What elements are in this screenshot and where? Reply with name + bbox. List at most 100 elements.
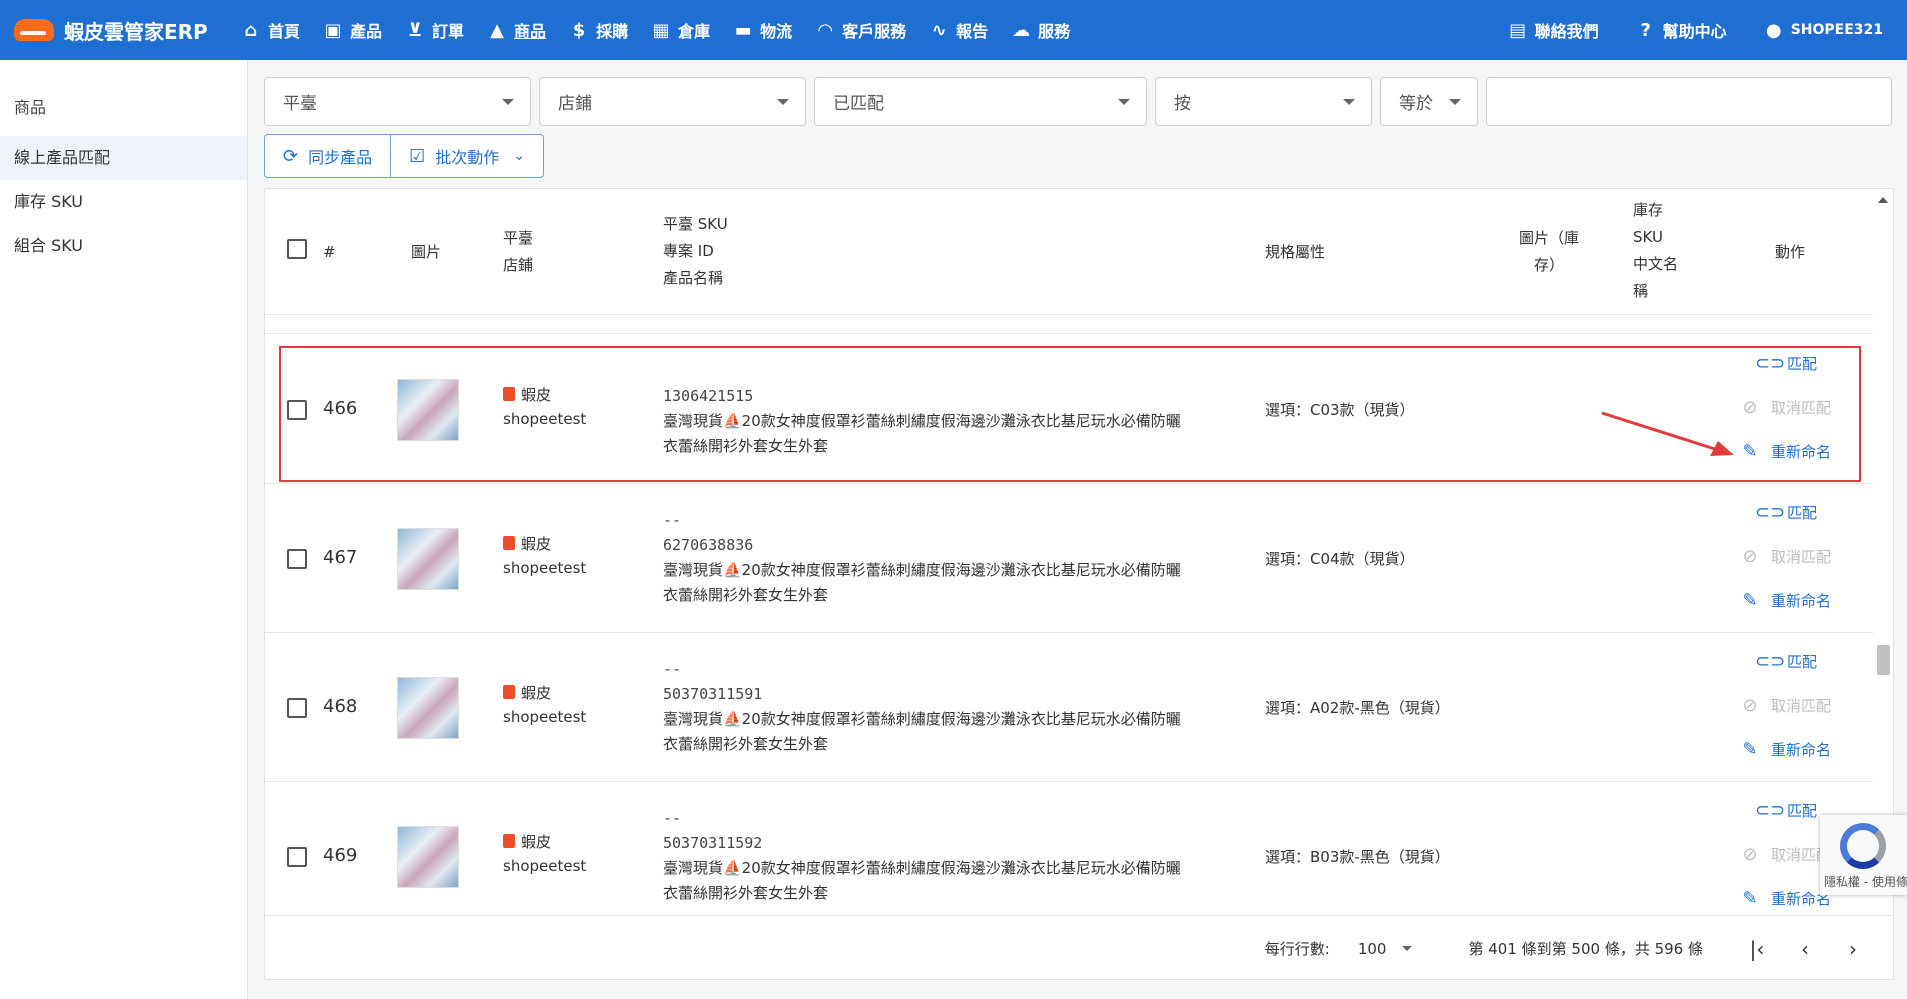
select-all-checkbox[interactable] [287,239,307,259]
recaptcha-text: 隱私權 - 使用條款 [1824,875,1907,889]
platform-store: 蝦皮 shopeetest [503,386,587,428]
product-thumbnail[interactable] [397,826,459,888]
spec-attribute: 選項：B03款-黑色（現貨） [1265,848,1450,866]
row-checkbox[interactable] [287,698,307,718]
platform-sku: -- [663,809,682,827]
unmatch-button[interactable]: ⊘ 取消匹配 [1739,397,1831,418]
platform-store: 蝦皮 shopeetest [503,535,587,577]
platform-store: 蝦皮 shopeetest [503,833,587,875]
scroll-up-icon[interactable] [1878,197,1888,203]
sidebar-item-online-product-match[interactable]: 線上產品匹配 [0,136,247,180]
product-name: 臺灣現貨⛵20款女神度假罩衫蕾絲刺繡度假海邊沙灘泳衣比基尼玩水必備防曬 [663,710,1181,728]
prev-page-button[interactable]: ‹ [1781,937,1829,961]
nav-purchase[interactable]: $ 採購 [568,18,628,42]
match-button[interactable]: ⊂⊃ 匹配 [1755,800,1817,821]
table-footer: 每行行數: 100 第 401 條到第 500 條，共 596 條 |‹ ‹ › [265,915,1893,979]
row-number: 469 [323,845,358,866]
brand[interactable]: 蝦皮雲管家ERP [0,16,240,45]
row-number: 466 [323,398,358,419]
row-checkbox[interactable] [287,549,307,569]
nav-help[interactable]: ? 幫助中心 [1635,18,1726,42]
user-nav: ▤ 聯絡我們 ? 幫助中心 ● SHOPEE321 [1471,18,1907,42]
search-field-select[interactable]: 按 [1155,77,1372,126]
platform-select[interactable]: 平臺 [264,77,531,126]
rows-per-page-select[interactable]: 100 [1358,940,1413,958]
nav-services[interactable]: ☁ 服務 [1010,18,1070,42]
bag-icon: ▣ [324,19,342,41]
sync-products-button[interactable]: ⟳ 同步產品 [265,135,390,177]
top-navigation-bar: 蝦皮雲管家ERP ⌂ 首頁 ▣ 產品 ⊻ 訂單 ▲ 商品 $ 採購 ▦ 倉庫 ▬ 物流 ◠ 客戶… [0,0,1907,60]
contact-icon: ▤ [1509,19,1527,41]
match-button[interactable]: ⊂⊃ 匹配 [1755,651,1817,672]
nav-logistics[interactable]: ▬ 物流 [732,18,793,42]
recaptcha-icon [1840,823,1886,869]
link-icon: ⊂⊃ [1755,651,1786,672]
chevron-down-icon [1343,99,1355,105]
table-row [265,315,1873,334]
nav-contact[interactable]: ▤ 聯絡我們 [1507,18,1599,42]
sidebar-title: 商品 [14,98,47,117]
nav-goods[interactable]: ▲ 商品 [486,18,546,42]
match-button[interactable]: ⊂⊃ 匹配 [1755,353,1817,374]
first-page-button[interactable]: |‹ [1733,937,1781,961]
match-status-select[interactable]: 已匹配 [814,77,1147,126]
row-number: 467 [323,547,358,568]
sidebar-item-stock-sku[interactable]: 庫存 SKU [0,180,247,224]
match-button[interactable]: ⊂⊃ 匹配 [1755,502,1817,523]
project-id: 1306421515 [663,387,754,405]
platform-store: 蝦皮 shopeetest [503,684,587,726]
platform-sku [663,359,1223,384]
platform-sku: -- [663,511,682,529]
rename-button[interactable]: ✎ 重新命名 [1739,590,1831,611]
product-thumbnail[interactable] [397,379,459,441]
link-icon: ⊂⊃ [1755,502,1786,523]
table-row: 466 蝦皮 shopeetest 1306421515 臺灣現貨⛵20款女神度… [265,335,1873,484]
scroll-thumb[interactable] [1877,645,1890,675]
nav-orders[interactable]: ⊻ 訂單 [404,18,464,42]
unmatch-button[interactable]: ⊘ 取消匹配 [1739,844,1831,865]
nav-customer-service[interactable]: ◠ 客戶服務 [814,18,906,42]
brand-name: 蝦皮雲管家ERP [64,19,208,44]
headset-icon: ◠ [818,19,833,41]
row-checkbox[interactable] [287,400,307,420]
pencil-icon: ✎ [1742,590,1758,611]
rename-button[interactable]: ✎ 重新命名 [1739,441,1831,462]
nav-warehouse[interactable]: ▦ 倉庫 [650,18,711,42]
product-info: -- 50370311591 臺灣現貨⛵20款女神度假罩衫蕾絲刺繡度假海邊沙灘泳… [663,657,1223,757]
batch-actions-button[interactable]: ☑ 批次動作 ⌄ [390,135,543,177]
nav-reports[interactable]: ∿ 報告 [928,18,989,42]
recaptcha-badge[interactable]: 隱私權 - 使用條款 [1820,815,1907,895]
operator-select[interactable]: 等於 [1380,77,1478,126]
cart-icon: ⊻ [407,19,423,41]
rename-button[interactable]: ✎ 重新命名 [1739,888,1831,909]
chevron-down-icon [777,99,789,105]
help-icon: ? [1640,19,1651,41]
row-checkbox[interactable] [287,847,307,867]
header-stock-image: 圖片（庫 存） [1519,229,1580,274]
table-row: 468 蝦皮 shopeetest -- 50370311591 臺灣現貨⛵20… [265,633,1873,782]
product-thumbnail[interactable] [397,677,459,739]
nav-home[interactable]: ⌂ 首頁 [240,18,300,42]
unmatch-button[interactable]: ⊘ 取消匹配 [1739,546,1831,567]
store-select[interactable]: 店鋪 [539,77,806,126]
shopee-icon [503,685,515,699]
header-sku-id-name: 平臺 SKU 專案 ID 產品名稱 [663,215,728,287]
product-match-table: # 圖片 平臺 店鋪 平臺 SKU 專案 ID 產品名稱 規格屬性 圖片（庫 存… [264,188,1894,980]
nav-products[interactable]: ▣ 產品 [322,18,383,42]
search-value-input[interactable] [1486,77,1892,126]
rename-button[interactable]: ✎ 重新命名 [1739,739,1831,760]
dollar-icon: $ [572,19,586,41]
sidebar-item-bundle-sku[interactable]: 組合 SKU [0,224,247,268]
cloud-icon: ☁ [1012,19,1031,41]
product-thumbnail[interactable] [397,528,459,590]
table-body: 466 蝦皮 shopeetest 1306421515 臺灣現貨⛵20款女神度… [265,315,1873,915]
shopee-icon [503,536,515,550]
unmatch-button[interactable]: ⊘ 取消匹配 [1739,695,1831,716]
nav-account[interactable]: ● SHOPEE321 [1763,19,1883,41]
account-icon: ● [1765,19,1782,41]
next-page-button[interactable]: › [1829,937,1877,961]
chevron-down-icon [1449,99,1461,105]
sync-icon: ⟳ [283,145,299,167]
table-scrollbar[interactable] [1873,189,1893,915]
header-actions: 動作 [1775,243,1806,261]
